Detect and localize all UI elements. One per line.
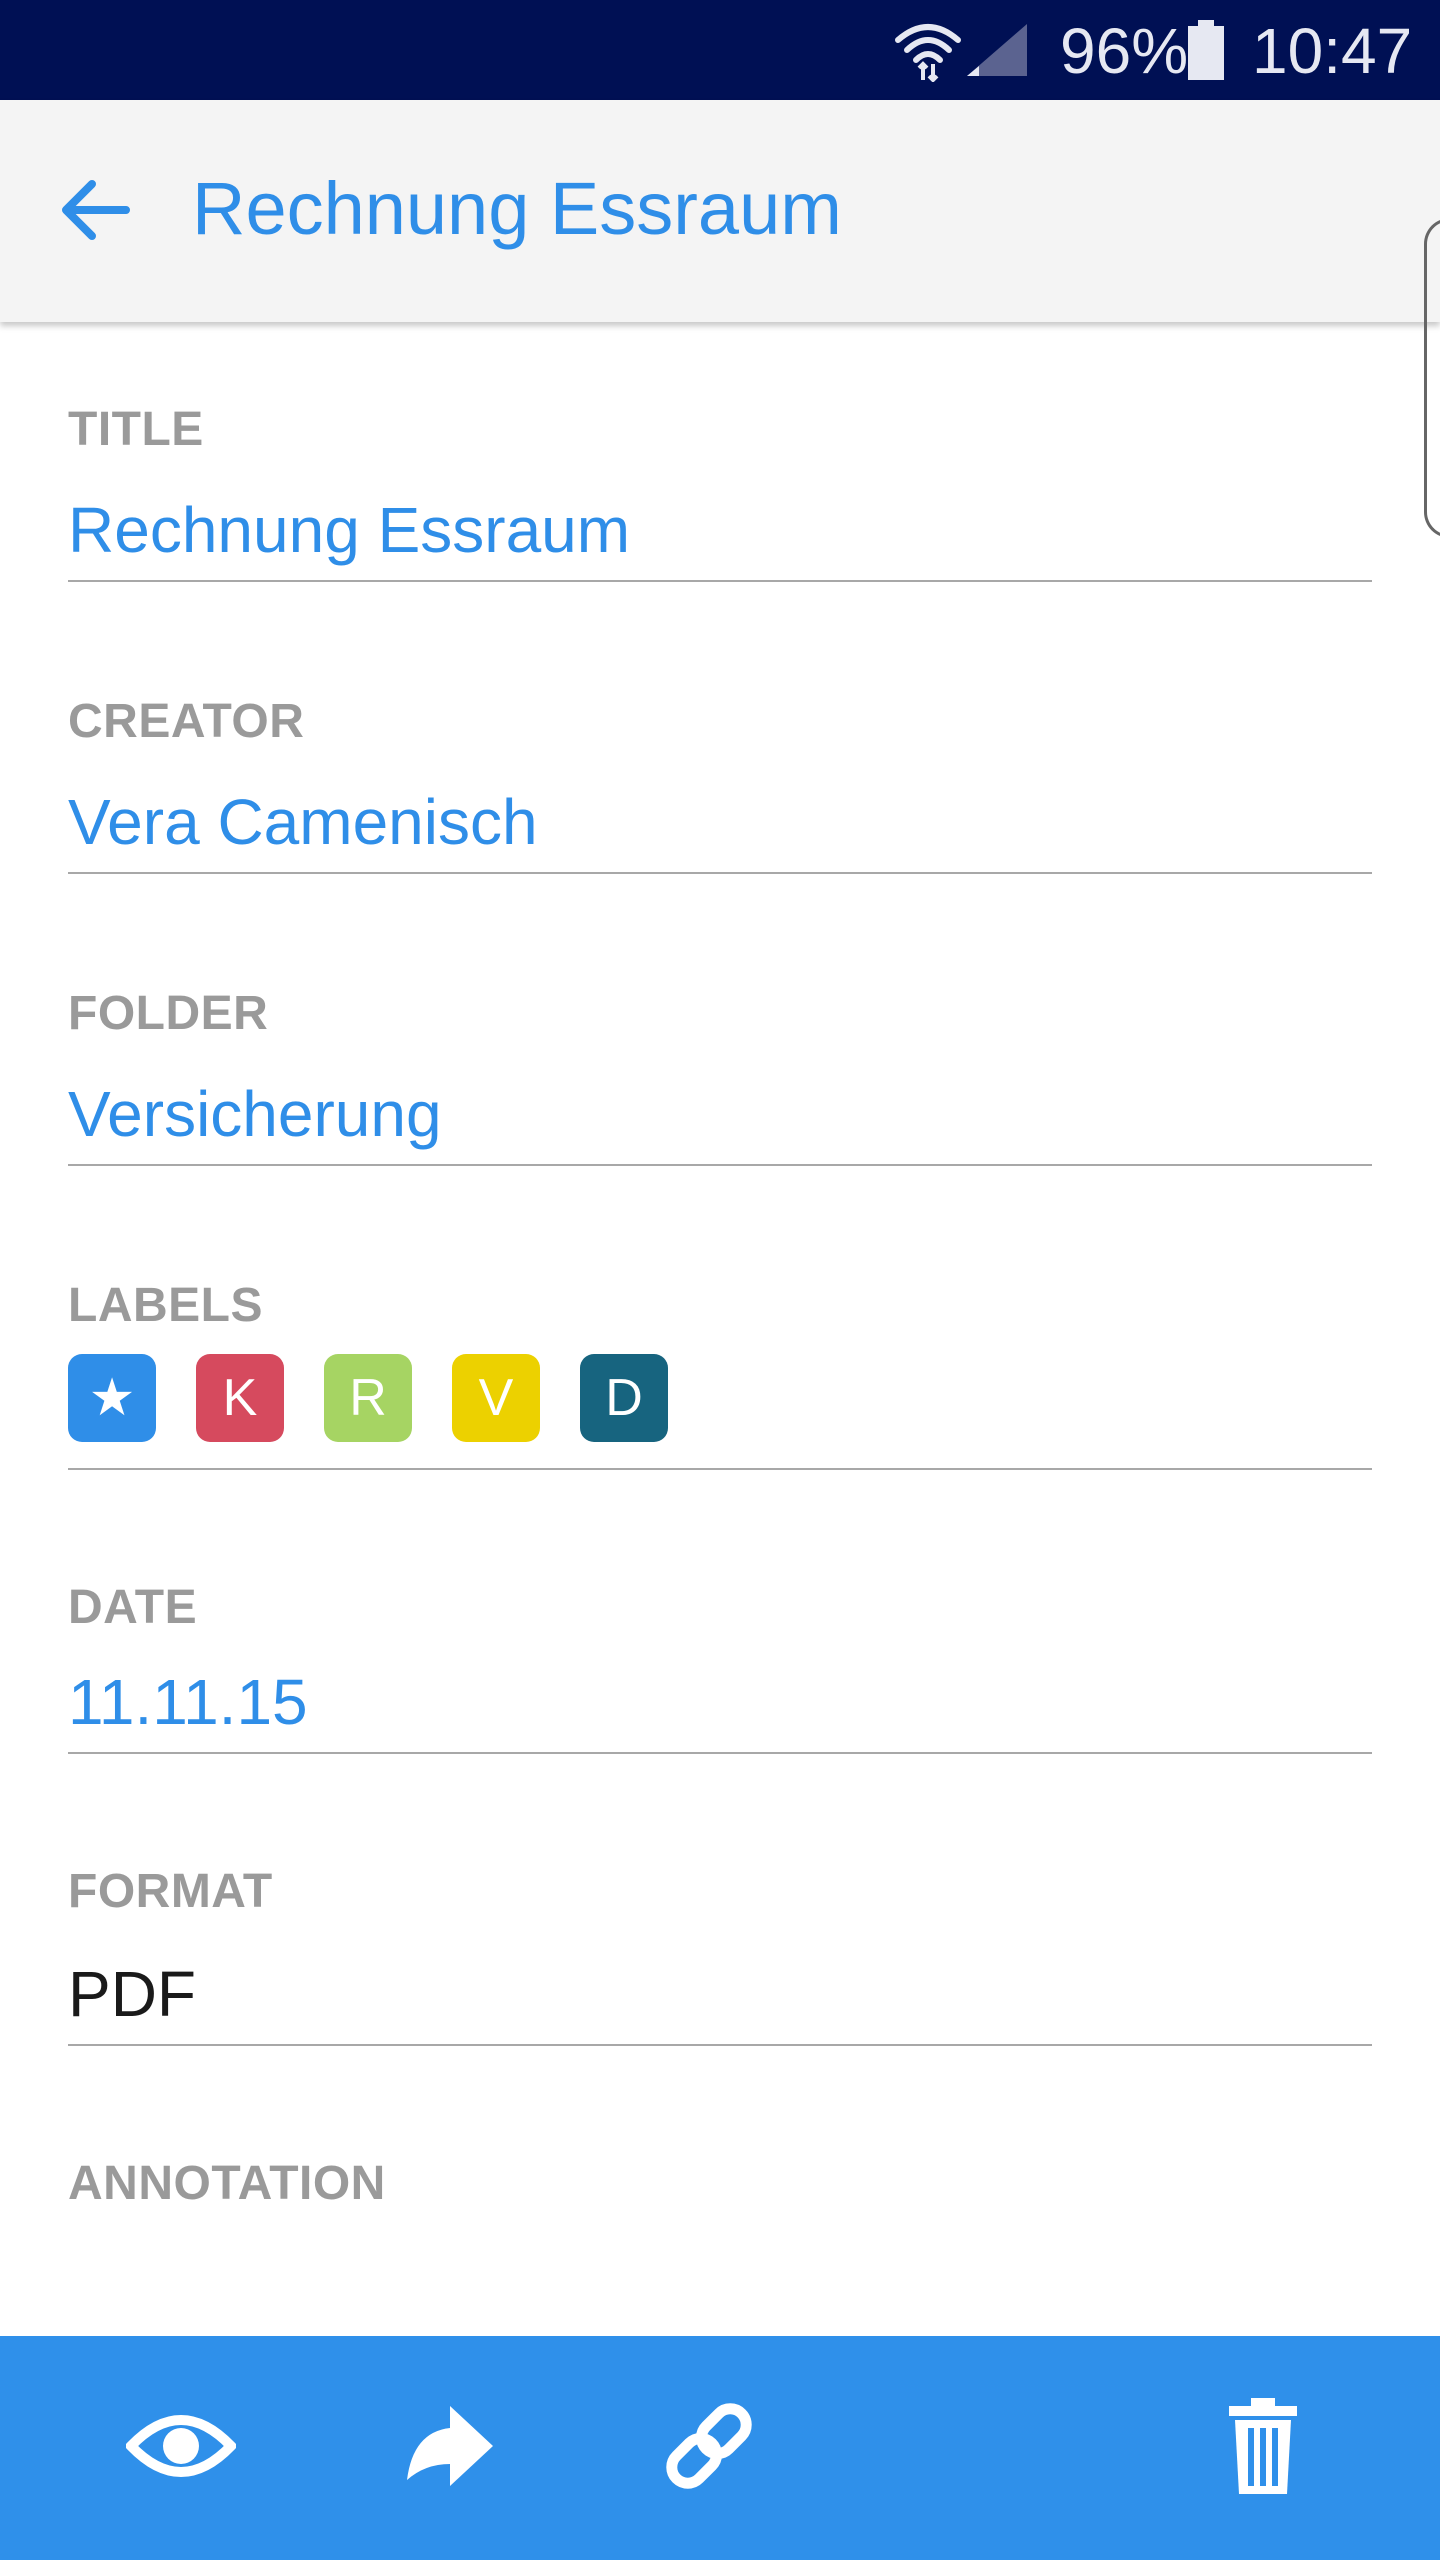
title-field[interactable]: TITLE Rechnung Essraum: [68, 402, 1372, 584]
annotation-label: ANNOTATION: [68, 2157, 386, 2210]
labels-field: LABELS ★ K R V D: [68, 1278, 1372, 1472]
link-button[interactable]: [644, 2386, 774, 2506]
forward-arrow-icon: [407, 2406, 493, 2486]
folder-field[interactable]: FOLDER Versicherung: [68, 986, 1372, 1168]
labels-underline: [68, 1468, 1372, 1470]
format-underline: [68, 2044, 1372, 2046]
date-field[interactable]: DATE 11.11.15: [68, 1580, 1372, 1756]
back-arrow-icon: [62, 180, 130, 240]
title-underline: [68, 580, 1372, 582]
app-bar: Rechnung Essraum: [0, 100, 1440, 322]
creator-label: CREATOR: [68, 695, 305, 748]
label-chip-k[interactable]: K: [196, 1354, 284, 1442]
label-chip-text: R: [349, 1369, 387, 1427]
battery-icon: [1188, 20, 1224, 80]
eye-icon: [126, 2415, 236, 2477]
title-value[interactable]: Rechnung Essraum: [68, 492, 630, 568]
clock: 10:47: [1252, 15, 1413, 87]
cell-signal-icon: [967, 24, 1027, 76]
folder-value[interactable]: Versicherung: [68, 1076, 442, 1152]
label-chip-favorite[interactable]: ★: [68, 1354, 156, 1442]
creator-field[interactable]: CREATOR Vera Camenisch: [68, 694, 1372, 876]
label-chip-text: D: [605, 1369, 643, 1427]
page-title: Rechnung Essraum: [192, 167, 842, 250]
delete-button[interactable]: [1198, 2386, 1328, 2506]
label-chip-d[interactable]: D: [580, 1354, 668, 1442]
wifi-icon: [895, 24, 961, 82]
folder-underline: [68, 1164, 1372, 1166]
edge-panel-handle[interactable]: [1424, 218, 1440, 538]
creator-underline: [68, 872, 1372, 874]
label-chip-v[interactable]: V: [452, 1354, 540, 1442]
battery-percentage: 96%: [1060, 15, 1189, 87]
share-button[interactable]: [380, 2386, 510, 2506]
view-button[interactable]: [116, 2386, 246, 2506]
trash-icon: [1229, 2398, 1297, 2494]
folder-label: FOLDER: [68, 987, 269, 1040]
format-label: FORMAT: [68, 1865, 273, 1918]
status-bar: 96% 10:47: [0, 0, 1440, 100]
link-icon: [666, 2403, 752, 2489]
back-button[interactable]: [50, 170, 140, 250]
title-label: TITLE: [68, 403, 204, 456]
label-chip-r[interactable]: R: [324, 1354, 412, 1442]
labels-chip-row: ★ K R V D: [68, 1354, 668, 1442]
star-icon: ★: [88, 1369, 136, 1427]
format-field: FORMAT PDF: [68, 1864, 1372, 2048]
date-label: DATE: [68, 1581, 198, 1634]
creator-value[interactable]: Vera Camenisch: [68, 784, 538, 860]
label-chip-text: V: [478, 1369, 514, 1427]
date-value[interactable]: 11.11.15: [68, 1664, 308, 1740]
annotation-field[interactable]: ANNOTATION: [68, 2156, 1372, 2316]
label-chip-text: K: [222, 1369, 258, 1427]
format-value: PDF: [68, 1958, 196, 2030]
date-underline: [68, 1752, 1372, 1754]
bottom-action-bar: [0, 2336, 1440, 2560]
labels-label: LABELS: [68, 1279, 263, 1332]
